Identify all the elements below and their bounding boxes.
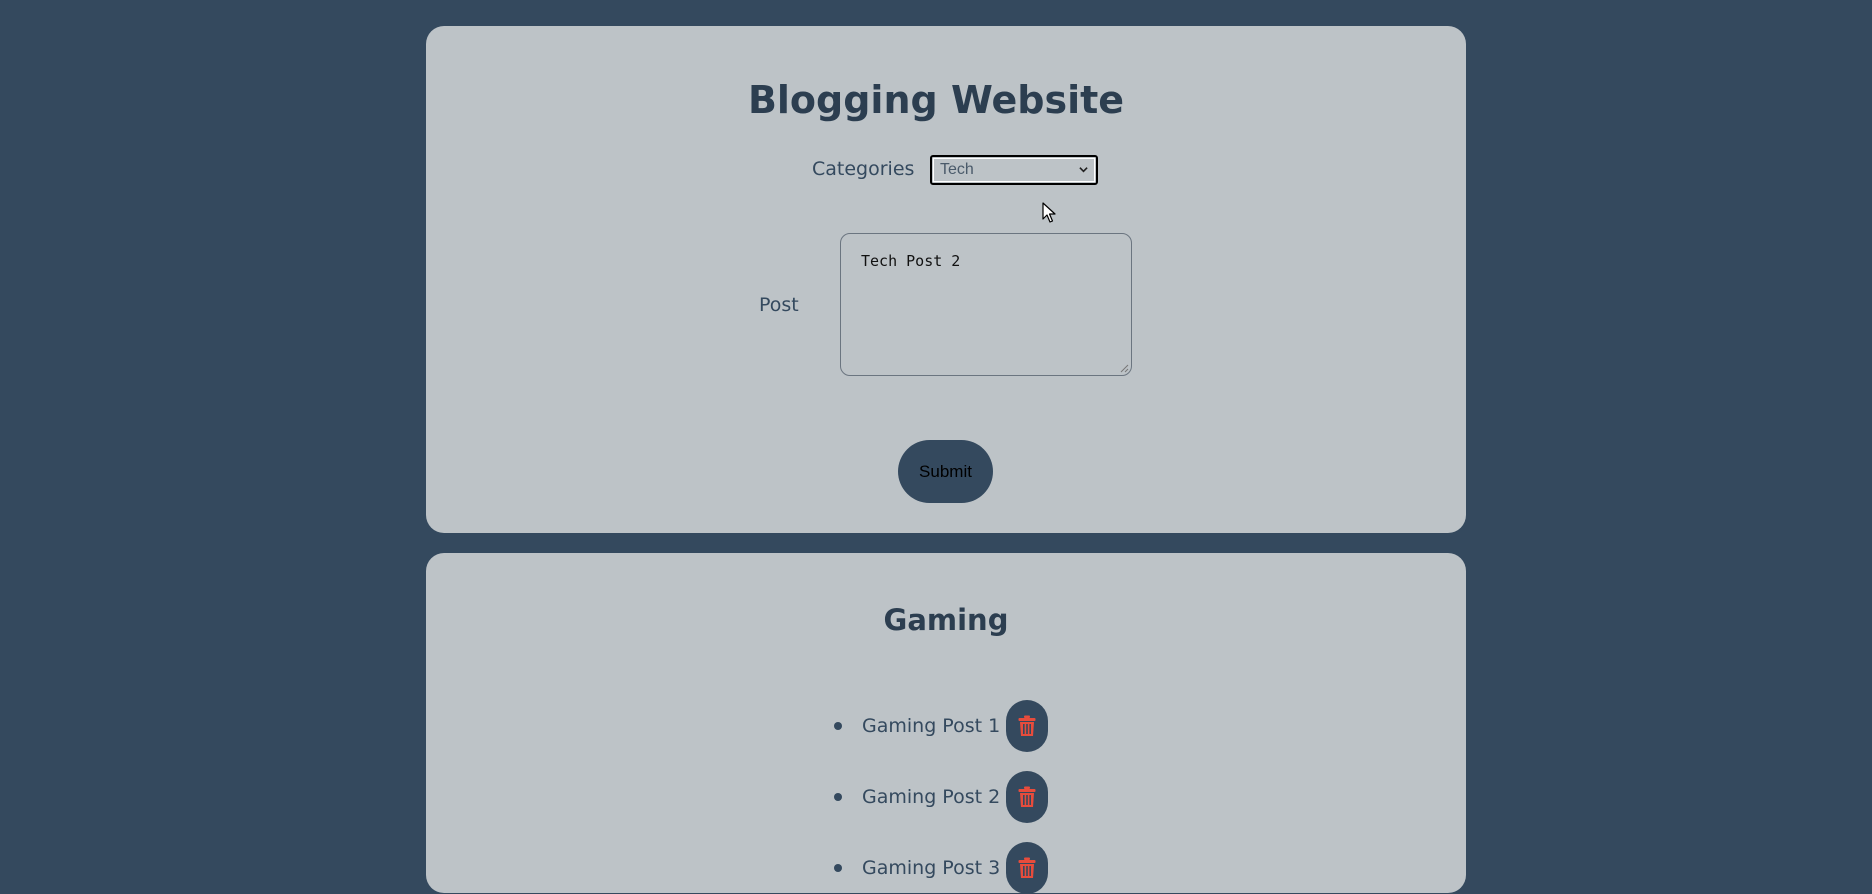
category-select[interactable]: Tech	[930, 155, 1098, 185]
bullet	[834, 793, 842, 801]
bullet	[834, 722, 842, 730]
trash-icon	[1018, 786, 1036, 807]
category-section-title: Gaming	[883, 603, 1009, 637]
submit-button[interactable]: Submit	[898, 440, 993, 503]
mouse-cursor-icon	[1042, 202, 1056, 223]
post-title: Gaming Post 3	[862, 857, 1001, 879]
bullet	[834, 864, 842, 872]
delete-post-button[interactable]	[1006, 842, 1048, 894]
delete-post-button[interactable]	[1006, 771, 1048, 823]
resize-handle-icon[interactable]	[1119, 363, 1129, 373]
delete-post-button[interactable]	[1006, 700, 1048, 752]
post-textarea-value: Tech Post 2	[861, 252, 961, 270]
post-textarea[interactable]: Tech Post 2	[840, 233, 1132, 376]
post-title: Gaming Post 2	[862, 786, 1001, 808]
post-title: Gaming Post 1	[862, 715, 1001, 737]
categories-label: Categories	[812, 158, 915, 180]
page-title: Blogging Website	[747, 78, 1125, 122]
chevron-down-icon	[1079, 167, 1088, 173]
trash-icon	[1018, 715, 1036, 736]
category-select-value: Tech	[940, 161, 974, 178]
post-label: Post	[759, 294, 799, 316]
trash-icon	[1018, 857, 1036, 878]
